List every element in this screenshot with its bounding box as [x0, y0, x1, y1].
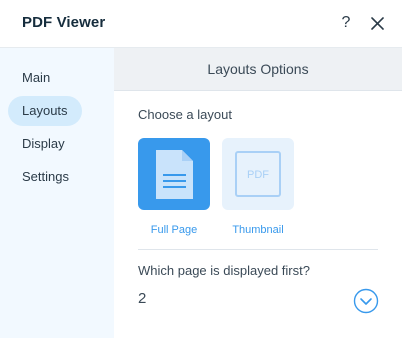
sidebar-item-layouts[interactable]: Layouts: [8, 96, 82, 126]
panel-title: PDF Viewer: [22, 14, 106, 31]
close-icon: [371, 17, 384, 30]
chevron-down-icon: [353, 288, 379, 314]
first-page-label: Which page is displayed first?: [138, 263, 310, 278]
help-button[interactable]: ?: [339, 12, 353, 34]
document-icon: [156, 150, 193, 199]
layout-option-thumbnail[interactable]: PDF: [222, 138, 294, 210]
first-page-dropdown[interactable]: [353, 288, 379, 314]
layout-label-full-page[interactable]: Full Page: [138, 224, 210, 236]
pdf-thumbnail-text: PDF: [247, 169, 269, 181]
sidebar-item-main[interactable]: Main: [8, 63, 64, 93]
section-title: Layouts Options: [114, 48, 402, 91]
sidebar-item-display[interactable]: Display: [8, 129, 79, 159]
sidebar-nav: Main Layouts Display Settings: [0, 48, 114, 338]
pdf-viewer-settings-panel: PDF Viewer ? Main Layouts Display Settin…: [0, 0, 402, 338]
choose-layout-label: Choose a layout: [138, 107, 232, 122]
main-content: Layouts Options Choose a layout PDF Full…: [114, 48, 402, 338]
layout-option-full-page[interactable]: [138, 138, 210, 210]
panel-header: PDF Viewer ?: [0, 0, 402, 48]
sidebar-item-settings[interactable]: Settings: [8, 162, 83, 192]
layout-label-thumbnail[interactable]: Thumbnail: [222, 224, 294, 236]
section-divider: [138, 249, 378, 250]
close-button[interactable]: [369, 15, 386, 32]
pdf-thumbnail-icon: PDF: [235, 151, 281, 197]
first-page-value[interactable]: 2: [138, 290, 146, 307]
